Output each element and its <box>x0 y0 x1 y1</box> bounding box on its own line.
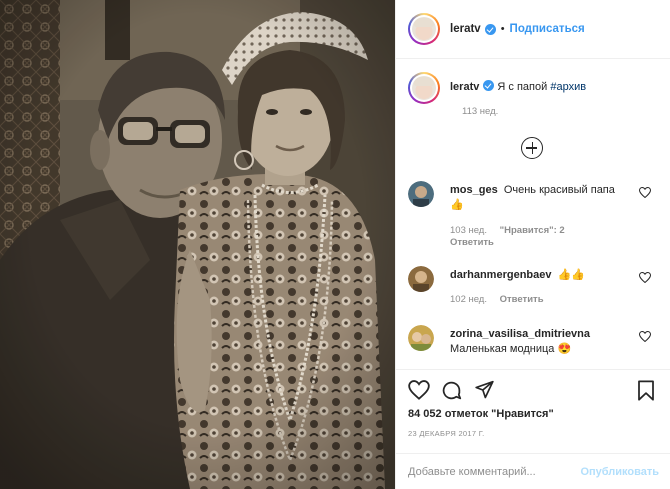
comment-text: darhanmergenbaev 👍👍 <box>450 268 630 283</box>
comment-text: zorina_vasilisa_dmitrievna Маленькая мод… <box>450 327 630 357</box>
commenter-avatar[interactable] <box>408 266 434 292</box>
publish-button[interactable]: Опубликовать <box>580 466 659 478</box>
post-photo[interactable] <box>0 0 395 489</box>
reply-button[interactable]: Ответить <box>500 294 544 305</box>
comment-body: Маленькая модница <box>450 343 555 355</box>
post-date[interactable]: 23 ДЕКАБРЯ 2017 Г. <box>408 429 485 438</box>
plus-circle-icon[interactable] <box>521 137 543 159</box>
comment-timestamp[interactable]: 103 нед. <box>450 225 487 236</box>
paper-plane-icon[interactable] <box>474 380 495 400</box>
author-username[interactable]: leratv <box>450 23 481 35</box>
commenter-avatar[interactable] <box>408 181 434 207</box>
likes-count[interactable]: 84 052 отметок "Нравится" <box>408 408 554 420</box>
comment-heart-icon[interactable] <box>639 331 651 342</box>
thumbs-up-emoji: 👍 <box>450 199 464 211</box>
comment-body: Очень красивый папа <box>503 184 615 196</box>
verified-badge-icon <box>484 23 496 35</box>
comment-meta: 103 нед. "Нравится": 2 <box>450 225 575 236</box>
caption-author-username[interactable]: leratv <box>450 81 479 93</box>
caption-hashtag[interactable]: #архив <box>550 81 586 93</box>
commenter-avatar[interactable] <box>408 325 434 351</box>
commenter-username[interactable]: darhanmergenbaev <box>450 269 551 281</box>
post-actions: 84 052 отметок "Нравится" 23 ДЕКАБРЯ 201… <box>396 369 670 489</box>
heart-icon[interactable] <box>408 380 430 400</box>
post-header: leratv • Подписаться <box>396 0 670 59</box>
comment-heart-icon[interactable] <box>639 187 651 198</box>
vintage-photo-father-and-daughter <box>0 0 395 489</box>
thumbs-up-emoji: 👍👍 <box>557 269 586 281</box>
add-comment-bar: Опубликовать <box>396 453 670 489</box>
post-caption: leratv Я с папой #архив 113 нед. <box>408 72 663 117</box>
comment-likes[interactable]: "Нравится": 2 <box>500 225 565 236</box>
verified-badge-icon <box>483 80 495 91</box>
reply-button[interactable]: Ответить <box>450 237 494 248</box>
caption-author-avatar[interactable] <box>408 72 440 104</box>
action-bar <box>408 380 658 402</box>
follow-button[interactable]: Подписаться <box>510 23 585 35</box>
bookmark-icon[interactable] <box>637 380 655 401</box>
author-avatar[interactable] <box>408 13 440 45</box>
caption-timestamp[interactable]: 113 нед. <box>462 106 498 117</box>
caption-text: leratv Я с папой #архив <box>450 80 586 94</box>
separator-dot: • <box>500 23 505 35</box>
comment-heart-icon[interactable] <box>639 272 651 283</box>
comment-text: mos_ges Очень красивый папа 👍 <box>450 183 630 213</box>
caption-body: Я с папой <box>497 81 548 93</box>
post-sidebar: leratv • Подписаться leratv Я с папой #а… <box>395 0 670 489</box>
comment-reply-row: Ответить <box>450 237 504 248</box>
comment-input[interactable] <box>408 466 581 478</box>
heart-eyes-emoji: 😍 <box>557 343 572 355</box>
comment-bubble-icon[interactable] <box>441 380 462 401</box>
comment-timestamp[interactable]: 102 нед. <box>450 294 487 305</box>
commenter-username[interactable]: mos_ges <box>450 184 498 196</box>
commenter-username[interactable]: zorina_vasilisa_dmitrievna <box>450 328 590 340</box>
comment-meta: 102 нед. Ответить <box>450 294 554 305</box>
